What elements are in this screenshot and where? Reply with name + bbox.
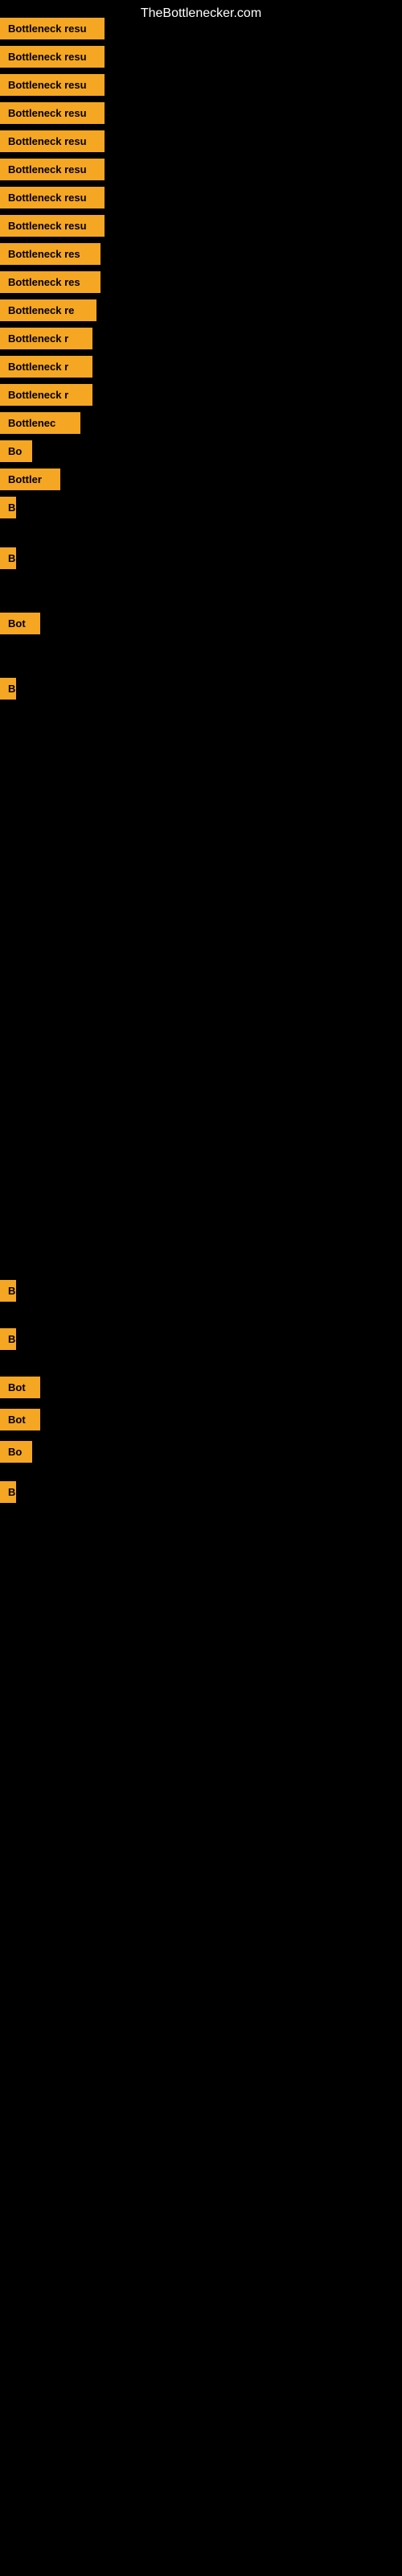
button-row-14: Bottleneck r <box>0 384 92 406</box>
btn-23[interactable]: B <box>0 1328 16 1350</box>
btn-8[interactable]: Bottleneck resu <box>0 215 105 237</box>
button-row-21: B <box>0 678 16 700</box>
btn-6[interactable]: Bottleneck resu <box>0 159 105 180</box>
button-row-20: Bot <box>0 613 40 634</box>
btn-19[interactable]: B <box>0 547 16 569</box>
button-row-13: Bottleneck r <box>0 356 92 378</box>
button-row-18: B <box>0 497 16 518</box>
btn-25[interactable]: Bot <box>0 1409 40 1430</box>
btn-11[interactable]: Bottleneck re <box>0 299 96 321</box>
button-row-2: Bottleneck resu <box>0 46 105 68</box>
button-row-10: Bottleneck res <box>0 271 100 293</box>
btn-12[interactable]: Bottleneck r <box>0 328 92 349</box>
button-row-3: Bottleneck resu <box>0 74 105 96</box>
button-row-8: Bottleneck resu <box>0 215 105 237</box>
button-row-16: Bo <box>0 440 32 462</box>
btn-2[interactable]: Bottleneck resu <box>0 46 105 68</box>
btn-24[interactable]: Bot <box>0 1377 40 1398</box>
btn-26[interactable]: Bo <box>0 1441 32 1463</box>
button-row-1: Bottleneck resu <box>0 18 105 39</box>
btn-18[interactable]: B <box>0 497 16 518</box>
btn-17[interactable]: Bottler <box>0 469 60 490</box>
button-row-7: Bottleneck resu <box>0 187 105 208</box>
button-row-5: Bottleneck resu <box>0 130 105 152</box>
btn-10[interactable]: Bottleneck res <box>0 271 100 293</box>
button-row-15: Bottlenec <box>0 412 80 434</box>
button-row-17: Bottler <box>0 469 60 490</box>
btn-13[interactable]: Bottleneck r <box>0 356 92 378</box>
btn-4[interactable]: Bottleneck resu <box>0 102 105 124</box>
btn-16[interactable]: Bo <box>0 440 32 462</box>
button-row-25: Bot <box>0 1409 40 1430</box>
button-row-22: B <box>0 1280 16 1302</box>
btn-20[interactable]: Bot <box>0 613 40 634</box>
button-row-11: Bottleneck re <box>0 299 96 321</box>
button-row-24: Bot <box>0 1377 40 1398</box>
btn-27[interactable]: B <box>0 1481 16 1503</box>
button-row-4: Bottleneck resu <box>0 102 105 124</box>
btn-15[interactable]: Bottlenec <box>0 412 80 434</box>
button-row-26: Bo <box>0 1441 32 1463</box>
btn-14[interactable]: Bottleneck r <box>0 384 92 406</box>
btn-5[interactable]: Bottleneck resu <box>0 130 105 152</box>
btn-21[interactable]: B <box>0 678 16 700</box>
button-row-19: B <box>0 547 16 569</box>
button-row-12: Bottleneck r <box>0 328 92 349</box>
btn-22[interactable]: B <box>0 1280 16 1302</box>
button-row-27: B <box>0 1481 16 1503</box>
btn-3[interactable]: Bottleneck resu <box>0 74 105 96</box>
button-row-9: Bottleneck res <box>0 243 100 265</box>
button-row-23: B <box>0 1328 16 1350</box>
btn-9[interactable]: Bottleneck res <box>0 243 100 265</box>
btn-7[interactable]: Bottleneck resu <box>0 187 105 208</box>
btn-1[interactable]: Bottleneck resu <box>0 18 105 39</box>
button-row-6: Bottleneck resu <box>0 159 105 180</box>
